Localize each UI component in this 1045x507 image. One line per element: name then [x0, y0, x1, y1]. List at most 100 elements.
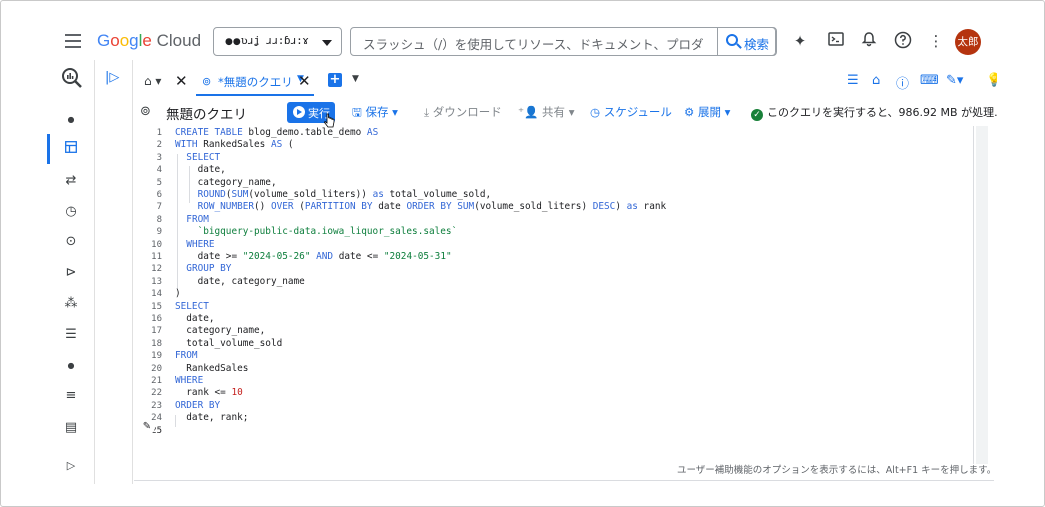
line-number: 7 [156, 202, 162, 213]
transfers-icon[interactable]: ⇄ [61, 171, 81, 191]
new-tab-menu-icon[interactable]: ▼ [352, 74, 359, 84]
release-notes-icon[interactable]: ▤ [61, 418, 81, 438]
more-vert-icon[interactable]: ⋮ [926, 31, 946, 51]
google-cloud-logo[interactable]: Google Cloud [97, 31, 201, 51]
line-number: 14 [151, 289, 162, 300]
query-title[interactable]: 無題のクエリ [166, 103, 247, 123]
project-selector[interactable]: ●● ʋɹʝ ɹɹ:ɓɹ:ɤ [213, 27, 342, 56]
close-home-tab-icon[interactable]: ✕ [175, 72, 188, 90]
code-line-20: RankedSales [175, 362, 249, 374]
line-number: 23 [151, 400, 162, 411]
code-line-2: WITH RankedSales AS ( [175, 139, 294, 151]
bigquery-app: Google Cloud ●● ʋɹʝ ɹɹ:ɓɹ:ɤ スラッシュ（/）を使用し… [47, 22, 997, 484]
line-number: 2 [156, 140, 162, 151]
validator-status: ✓ このクエリを実行すると、986.92 MB が処理... [751, 104, 997, 121]
analytics-hub-icon[interactable]: ⊙ [61, 232, 81, 252]
logo-cloud: Cloud [156, 31, 202, 50]
pipelines-icon[interactable]: ⊳ [61, 263, 81, 283]
line-number: 13 [151, 276, 162, 287]
download-icon: ⤓ [424, 105, 430, 119]
dataform-icon[interactable]: ⁂ [61, 294, 81, 314]
line-number: 4 [156, 165, 162, 176]
project-icon: ●● [225, 37, 241, 47]
expand-nav-icon[interactable]: ▷ [61, 456, 81, 476]
clock-icon: ◷ [590, 105, 601, 119]
query-title-icon: ⊚ [140, 104, 151, 119]
home-tab-icon[interactable]: ⌂ ▾ [144, 74, 161, 88]
results-pane-edge [134, 480, 994, 484]
line-number: 1 [156, 128, 162, 138]
search-button[interactable]: 検索 [717, 27, 777, 56]
expand-explorer-icon[interactable]: |▷ [105, 70, 119, 85]
deploy-label: 展開 [697, 105, 721, 119]
search-box[interactable]: スラッシュ（/）を使用してリソース、ドキュメント、プロダ... 検索 [350, 27, 777, 56]
outline-list-icon[interactable]: ☰ [847, 73, 859, 88]
deploy-menu-button[interactable]: ⚙ 展開 ▾ [684, 104, 730, 120]
search-button-label: 検索 [744, 37, 770, 52]
new-tab-plus-icon[interactable]: + [328, 73, 342, 87]
info-icon[interactable]: ⓘ [896, 73, 909, 92]
query-tab-label: *無題のクエリ [218, 75, 293, 89]
share-label: 共有 [542, 105, 566, 119]
share-menu-button[interactable]: ⁺👤 共有 ▾ [518, 104, 574, 120]
editor-scrollbar[interactable] [976, 126, 988, 464]
code-line-13: date, category_name [175, 275, 305, 287]
add-person-icon: ⁺👤 [518, 105, 539, 119]
nav-dot-icon-2[interactable]: ● [61, 356, 81, 376]
save-icon: 🖫 [352, 105, 362, 119]
save-menu-button[interactable]: 🖫 保存 ▾ [352, 104, 398, 124]
line-number: 6 [156, 190, 162, 200]
scheduled-queries-icon[interactable]: ◷ [61, 202, 81, 222]
line-number: 11 [151, 252, 162, 262]
query-tab-icon: ⊚ [202, 75, 212, 88]
code-line-17: category_name, [175, 325, 266, 337]
sql-editor[interactable]: 1 2 3 4 5 6 7 8 9 10 11 12 13 14 15 16 1… [134, 126, 974, 464]
partner-center-icon[interactable]: ☰ [61, 325, 81, 345]
code-line-16: date, [175, 313, 215, 324]
download-button[interactable]: ⤓ ダウンロード [424, 104, 502, 120]
line-number: 9 [156, 227, 162, 238]
editor-tab-bar: ⌂ ▾ ✕ ⊚ *無題のクエリ ▼ ✕ + ▼ ☰ ⌂ ⓘ ⌨ ✎▾ 💡 ⛶ [134, 68, 997, 96]
code-line-15: SELECT [175, 300, 209, 312]
line-number: 22 [151, 388, 162, 399]
scrollbar-thumb[interactable] [978, 130, 986, 420]
download-label: ダウンロード [432, 105, 502, 119]
help-icon[interactable] [893, 31, 913, 51]
tab-untitled-query[interactable]: ⊚ *無題のクエリ ▼ [196, 68, 314, 96]
notifications-bell-icon[interactable] [859, 31, 879, 51]
explorer-collapsed-rail: |▷ [95, 60, 133, 484]
list-icon[interactable]: ≡ [61, 386, 81, 406]
magic-format-icon[interactable]: ✎▾ [946, 73, 963, 88]
code-line-24: date, rank; [175, 412, 249, 424]
line-number: 3 [156, 152, 162, 163]
tips-lightbulb-icon[interactable]: 💡 [986, 73, 997, 88]
code-line-3: SELECT [186, 151, 221, 163]
studio-grid-icon[interactable] [61, 140, 81, 160]
schedule-button[interactable]: ◷ スケジュール [590, 104, 672, 120]
validator-text: このクエリを実行すると、986.92 MB が処理... [767, 106, 997, 119]
line-number: 10 [151, 239, 162, 250]
code-line-10: WHERE [186, 238, 215, 250]
menu-icon[interactable] [65, 34, 81, 48]
account-avatar[interactable]: 太郎 [955, 29, 981, 55]
keyboard-icon[interactable]: ⌨ [920, 73, 939, 88]
line-number: 5 [156, 177, 162, 188]
code-line-9: `bigquery-public-data.iowa_liquor_sales.… [197, 226, 458, 238]
line-number: 16 [151, 314, 162, 324]
close-query-tab-icon[interactable]: ✕ [298, 72, 311, 90]
home-icon[interactable]: ⌂ [872, 73, 880, 88]
code-line-1: CREATE TABLE blog_demo.table_demo AS [175, 127, 379, 138]
search-input[interactable]: スラッシュ（/）を使用してリソース、ドキュメント、プロダ... [363, 34, 703, 53]
gemini-sparkle-icon[interactable]: ✦ [790, 31, 810, 51]
play-icon [293, 106, 305, 118]
magic-wand-icon[interactable]: ✎ [139, 419, 155, 435]
cloud-shell-icon[interactable] [826, 31, 846, 51]
bigquery-icon[interactable] [61, 67, 82, 88]
code-line-11: date >= "2024-05-26" AND date <= "2024-0… [175, 251, 452, 262]
save-label: 保存 [365, 105, 389, 119]
nav-dot-icon[interactable]: ● [61, 110, 81, 130]
code-line-12: GROUP BY [186, 263, 232, 275]
code-line-7: ROW_NUMBER() OVER (PARTITION BY date ORD… [197, 201, 667, 213]
code-line-8: FROM [186, 213, 209, 225]
code-line-22: rank <= 10 [175, 387, 243, 399]
